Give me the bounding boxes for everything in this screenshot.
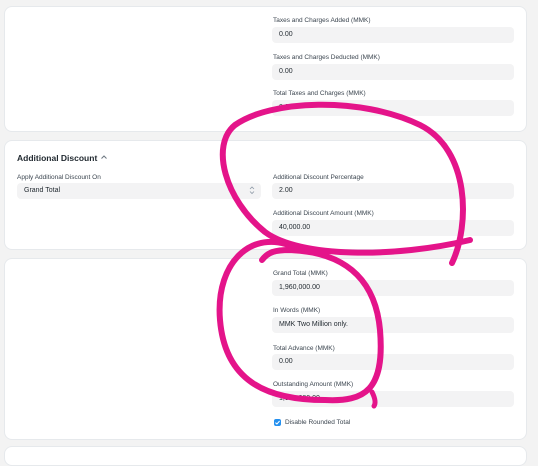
total-advance-label: Total Advance (MMK) — [273, 345, 335, 352]
outstanding-amount-label: Outstanding Amount (MMK) — [273, 381, 354, 388]
grand-total-label: Grand Total (MMK) — [273, 270, 328, 277]
select-arrows-icon — [249, 183, 255, 199]
taxes-deducted-field[interactable]: 0.00 — [272, 64, 514, 80]
taxes-added-field[interactable]: 0.00 — [272, 27, 514, 43]
taxes-deducted-label: Taxes and Charges Deducted (MMK) — [273, 54, 380, 61]
checkmark-icon — [275, 420, 280, 425]
in-words-field[interactable]: MMK Two Million only. — [272, 317, 514, 333]
total-taxes-field[interactable]: 0.00 — [272, 100, 514, 116]
discount-amount-label: Additional Discount Amount (MMK) — [273, 210, 374, 217]
discount-amount-field[interactable]: 40,000.00 — [272, 220, 514, 236]
apply-discount-on-value: Grand Total — [24, 187, 61, 194]
additional-discount-card: Additional Discount Apply Additional Dis… — [4, 140, 527, 250]
section-title-additional-discount[interactable]: Additional Discount — [17, 153, 97, 163]
taxes-card: Taxes and Charges Added (MMK) 0.00 Taxes… — [4, 6, 527, 132]
outstanding-amount-field[interactable]: 1,960,000.00 — [272, 391, 514, 407]
disable-rounded-total-label[interactable]: Disable Rounded Total — [285, 419, 350, 426]
apply-discount-on-label: Apply Additional Discount On — [17, 174, 101, 181]
discount-percentage-field[interactable]: 2.00 — [272, 183, 514, 199]
total-advance-field[interactable]: 0.00 — [272, 354, 514, 370]
apply-discount-on-select[interactable]: Grand Total — [17, 183, 261, 199]
disable-rounded-total-checkbox[interactable] — [274, 419, 281, 426]
grand-total-field[interactable]: 1,960,000.00 — [272, 280, 514, 296]
in-words-label: In Words (MMK) — [273, 307, 321, 314]
next-card — [4, 446, 527, 466]
chevron-up-icon[interactable] — [100, 153, 108, 163]
taxes-added-label: Taxes and Charges Added (MMK) — [273, 17, 371, 24]
total-taxes-label: Total Taxes and Charges (MMK) — [273, 90, 366, 97]
discount-percentage-label: Additional Discount Percentage — [273, 174, 364, 181]
totals-card: Grand Total (MMK) 1,960,000.00 In Words … — [4, 258, 527, 440]
